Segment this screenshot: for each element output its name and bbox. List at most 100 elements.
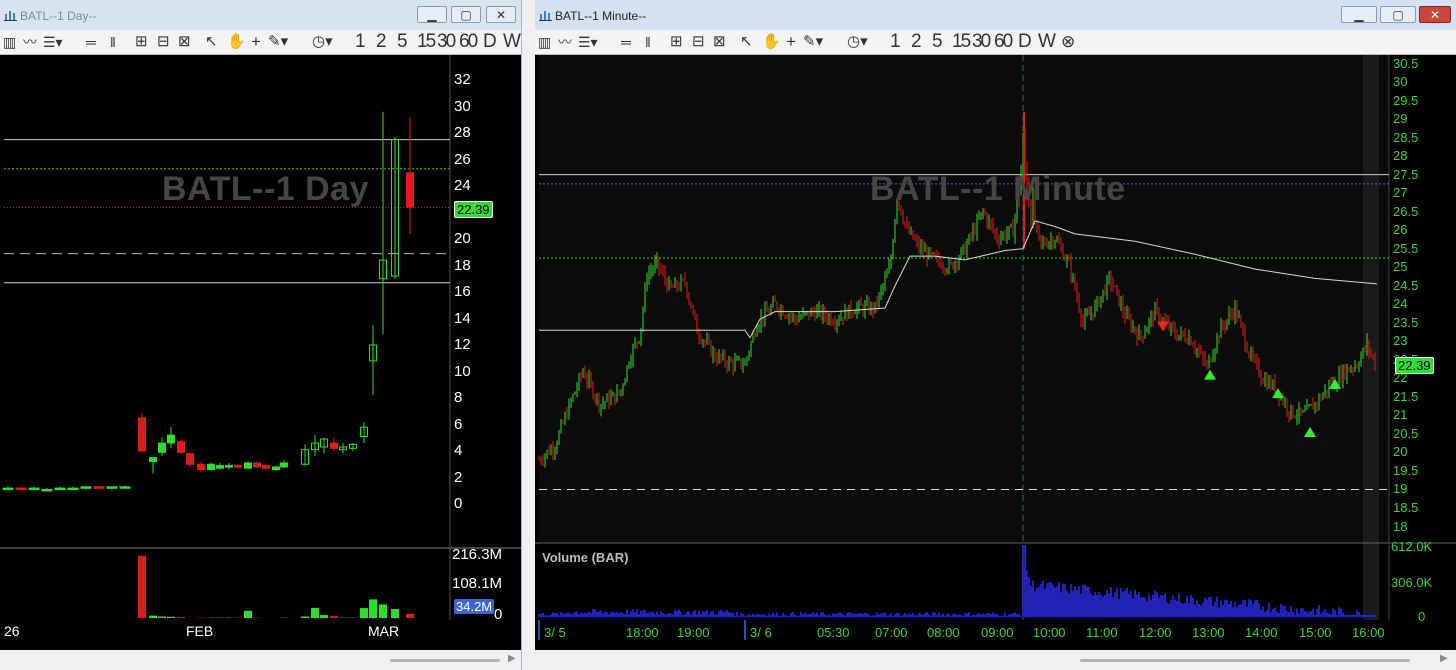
price-tick-label: 30 <box>1393 74 1408 90</box>
price-tick-label: 28 <box>454 124 471 141</box>
bar-chart-type-icon[interactable]: ▥ <box>3 30 16 54</box>
line-study-icon[interactable]: 〰 <box>23 30 37 54</box>
title-bar[interactable]: BATL--1 Minute-- ▁ ▢ ✕ <box>535 0 1456 30</box>
vertical-lines-icon[interactable]: ‖ <box>645 30 651 54</box>
zoom-out-icon[interactable]: ⊟ <box>692 30 705 54</box>
price-tick-label: 10 <box>454 362 471 380</box>
title-bar[interactable]: BATL--1 Day-- ▁ ▢ ✕ <box>0 0 521 30</box>
price-tick-label: 25.5 <box>1393 240 1419 256</box>
scroll-thumb[interactable] <box>1080 659 1410 662</box>
period-15[interactable]: 15 <box>952 30 971 54</box>
zoom-in-icon[interactable]: ⊞ <box>670 30 683 54</box>
chart-toolbar: ▥ 〰 ☰▾ ═ ‖ ⊞ ⊟ ⊠ ↖ ✋ + ✎▾ ◷▾ 1 2 5 15 30… <box>535 30 1456 55</box>
scroll-right-icon[interactable]: ▶ <box>508 653 516 664</box>
crosshair-icon[interactable]: + <box>251 30 261 54</box>
price-tick-label: 23 <box>1393 333 1408 349</box>
daily-candle-body <box>106 486 118 489</box>
minimize-button[interactable]: ▁ <box>1341 6 1377 23</box>
period-W[interactable]: W <box>503 30 521 54</box>
price-tick-label: 26 <box>454 150 471 168</box>
pan-hand-icon[interactable]: ✋ <box>762 30 781 54</box>
period-5[interactable]: 5 <box>932 30 943 54</box>
period-30[interactable]: 30 <box>972 30 991 54</box>
close-button[interactable]: ✕ <box>1419 6 1451 23</box>
period-15[interactable]: 15 <box>417 30 436 54</box>
close-button[interactable]: ✕ <box>486 6 516 23</box>
horizontal-scrollbar[interactable]: ▶ <box>0 650 521 670</box>
last-price-tag: 22.39 <box>1395 357 1434 374</box>
minute-price-chart[interactable] <box>535 55 1456 645</box>
indicator-menu-icon[interactable]: ☰▾ <box>578 30 598 54</box>
crosshair-icon[interactable]: + <box>786 30 796 54</box>
daily-candle-body <box>244 462 252 469</box>
period-D[interactable]: D <box>483 30 497 54</box>
daily-candle-body <box>67 487 79 491</box>
autoscale-icon[interactable]: ⊠ <box>713 30 726 54</box>
period-1[interactable]: 1 <box>355 30 366 54</box>
pan-hand-icon[interactable]: ✋ <box>227 30 246 54</box>
period-30[interactable]: 30 <box>437 30 456 54</box>
price-tick-label: 30.5 <box>1393 55 1419 71</box>
daily-chart-window[interactable]: BATL--1 Day-- ▁ ▢ ✕ ▥ 〰 ☰▾ ═ ‖ ⊞ ⊟ ⊠ ↖ ✋… <box>0 0 522 670</box>
period-D[interactable]: D <box>1018 30 1032 54</box>
chart-watermark: BATL--1 Day <box>162 170 369 208</box>
price-tick-label: 12 <box>454 336 471 353</box>
price-tick-label: 20 <box>1393 444 1408 460</box>
daily-candle-body <box>167 434 175 444</box>
indicator-menu-icon[interactable]: ☰▾ <box>43 30 63 54</box>
minute-chart-window[interactable]: BATL--1 Minute-- ▁ ▢ ✕ ▥ 〰 ☰▾ ═ ‖ ⊞ ⊟ ⊠ … <box>535 0 1456 670</box>
daily-candle-body <box>234 465 242 468</box>
bar-chart-type-icon[interactable]: ▥ <box>538 30 551 54</box>
scroll-right-icon[interactable]: ▶ <box>1440 653 1448 664</box>
volume-bar <box>177 617 185 618</box>
time-label-mar: MAR <box>368 623 400 639</box>
volume-tick-label: 108.1M <box>452 575 503 592</box>
daily-price-chart[interactable] <box>0 55 521 650</box>
daily-candle-body <box>280 462 288 468</box>
price-tick-label: 0 <box>454 495 463 512</box>
vertical-lines-icon[interactable]: ‖ <box>110 30 116 54</box>
clock-icon[interactable]: ◷▾ <box>312 30 333 54</box>
daily-candle-body <box>2 487 14 491</box>
price-tick-label: 19 <box>1393 481 1408 497</box>
daily-candle-body <box>41 488 53 492</box>
horizontal-line-icon[interactable]: ═ <box>621 30 631 54</box>
period-W[interactable]: W <box>1038 30 1056 54</box>
price-tick-label: 6 <box>454 415 463 433</box>
price-tick-label: 30 <box>454 97 471 115</box>
period-5[interactable]: 5 <box>397 30 408 54</box>
pointer-icon[interactable]: ↖ <box>740 30 753 54</box>
minimize-button[interactable]: ▁ <box>417 6 447 23</box>
price-tick-label: 4 <box>454 442 463 459</box>
price-tick-label: 29.5 <box>1393 92 1419 108</box>
horizontal-line-icon[interactable]: ═ <box>86 30 96 54</box>
last-price-tag: 22.39 <box>454 201 493 218</box>
daily-candle-body <box>330 442 338 449</box>
daily-candle-body <box>253 462 261 468</box>
time-tick-label: 05:30 <box>817 625 850 640</box>
line-study-icon[interactable]: 〰 <box>558 30 572 54</box>
maximize-button[interactable]: ▢ <box>451 6 481 23</box>
zoom-out-icon[interactable]: ⊟ <box>157 30 170 54</box>
maximize-button[interactable]: ▢ <box>1380 6 1416 23</box>
scroll-thumb[interactable] <box>390 659 500 662</box>
period-60[interactable]: 60 <box>459 30 478 54</box>
autoscale-icon[interactable]: ⊠ <box>178 30 191 54</box>
period-2[interactable]: 2 <box>911 30 922 54</box>
draw-pen-icon[interactable]: ✎▾ <box>268 30 288 54</box>
volume-bar <box>379 604 387 618</box>
price-tick-label: 24 <box>1393 296 1408 312</box>
volume-bar <box>311 607 319 618</box>
clock-icon[interactable]: ◷▾ <box>847 30 868 54</box>
period-1[interactable]: 1 <box>890 30 901 54</box>
period-2[interactable]: 2 <box>376 30 387 54</box>
pointer-icon[interactable]: ↖ <box>205 30 218 54</box>
close-chart-icon[interactable]: ⊗ <box>1061 30 1075 54</box>
period-60[interactable]: 60 <box>994 30 1013 54</box>
zoom-in-icon[interactable]: ⊞ <box>135 30 148 54</box>
volume-bar <box>369 599 377 618</box>
price-tick-label: 23.5 <box>1393 314 1419 330</box>
horizontal-scrollbar[interactable]: ▶ <box>535 650 1456 670</box>
price-tick-label: 26 <box>1393 222 1408 238</box>
draw-pen-icon[interactable]: ✎▾ <box>803 30 823 54</box>
